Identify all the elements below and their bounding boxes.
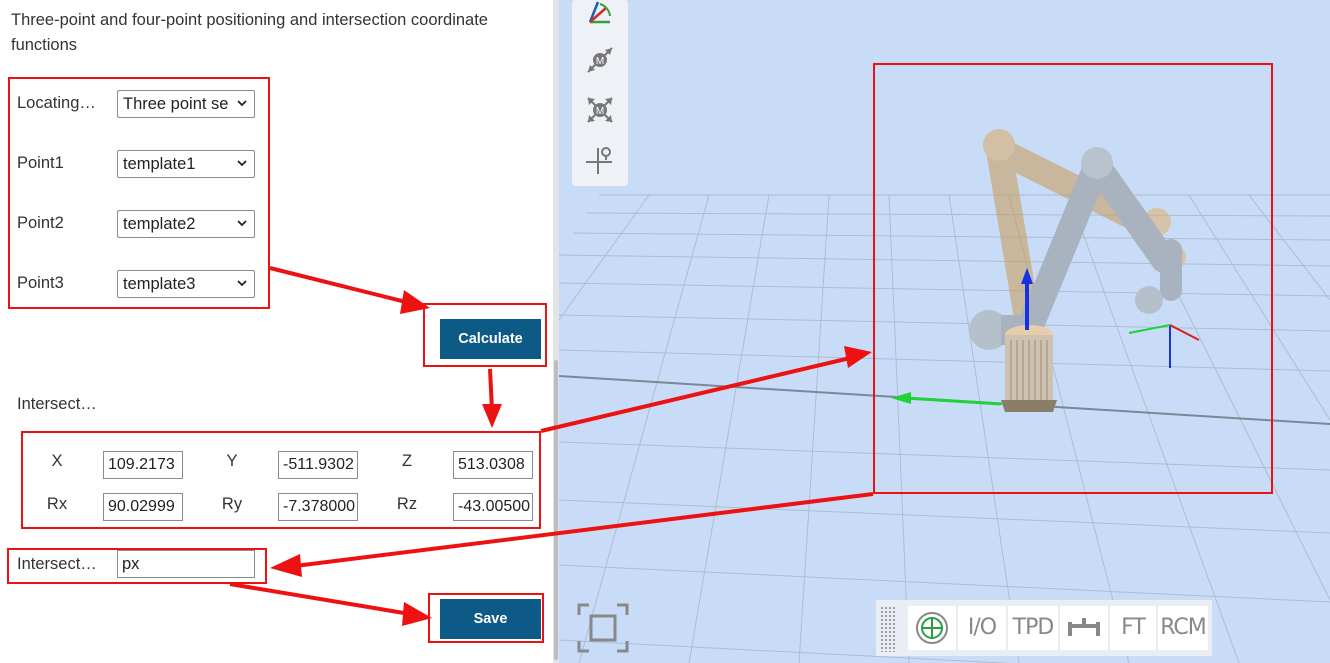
tpd-button[interactable]: TPD [1008,606,1058,650]
page-title: Three-point and four-point positioning a… [11,11,488,54]
save-button[interactable]: Save [440,599,541,639]
rz-field[interactable]: -43.00500 [453,493,533,521]
point2-select-value: template2 [123,215,196,233]
target-icon[interactable] [908,606,956,650]
svg-text:M: M [596,56,604,67]
point1-label: Point1 [17,154,64,172]
scale-m-icon[interactable]: M [580,90,620,130]
locating-label: Locating… [17,94,96,112]
grip-icon[interactable] [880,606,896,652]
point2-label: Point2 [17,214,64,232]
intersect-result-label: Intersect… [17,395,97,413]
point1-select[interactable]: template1 [117,150,255,178]
bottom-toolbar: I/O TPD FT RCM [876,600,1212,656]
point3-label: Point3 [17,274,64,292]
left-panel: Three-point and four-point positioning a… [0,0,553,663]
chevron-down-icon [237,220,247,227]
scrollbar-thumb[interactable] [554,360,558,660]
locating-select[interactable]: Three point se [117,90,255,118]
pin-axes-icon[interactable] [580,140,620,180]
rz-label: Rz [396,495,418,513]
scene-canvas [559,129,1330,663]
move-m-icon[interactable]: M [580,40,620,80]
chevron-down-icon [237,160,247,167]
3d-viewport[interactable] [559,0,1330,663]
rx-field[interactable]: 90.02999 [103,493,183,521]
fit-screen-icon[interactable] [577,603,629,653]
x-label: X [51,452,63,470]
point3-select[interactable]: template3 [117,270,255,298]
z-field[interactable]: 513.0308 [453,451,533,479]
rx-label: Rx [46,495,68,513]
point3-select-value: template3 [123,275,196,293]
x-field[interactable]: 109.2173 [103,451,183,479]
ft-button[interactable]: FT [1110,606,1156,650]
locating-select-value: Three point se [123,95,229,113]
rcm-button[interactable]: RCM [1158,606,1208,650]
z-label: Z [401,452,413,470]
coordinate-frame-icon[interactable] [580,0,620,34]
viewport-toolbar: M M [572,0,628,186]
io-button[interactable]: I/O [958,606,1006,650]
point2-select[interactable]: template2 [117,210,255,238]
ry-label: Ry [221,495,243,513]
intersect-name-input[interactable]: px [117,550,255,578]
intersect-name-label: Intersect… [17,555,97,573]
svg-text:M: M [596,106,604,117]
y-field[interactable]: -511.9302 [278,451,358,479]
chevron-down-icon [237,100,247,107]
chevron-down-icon [237,280,247,287]
calculate-button[interactable]: Calculate [440,319,541,359]
tool-icon[interactable] [1060,606,1108,650]
ry-field[interactable]: -7.378000 [278,493,358,521]
point1-select-value: template1 [123,155,196,173]
y-label: Y [226,452,238,470]
